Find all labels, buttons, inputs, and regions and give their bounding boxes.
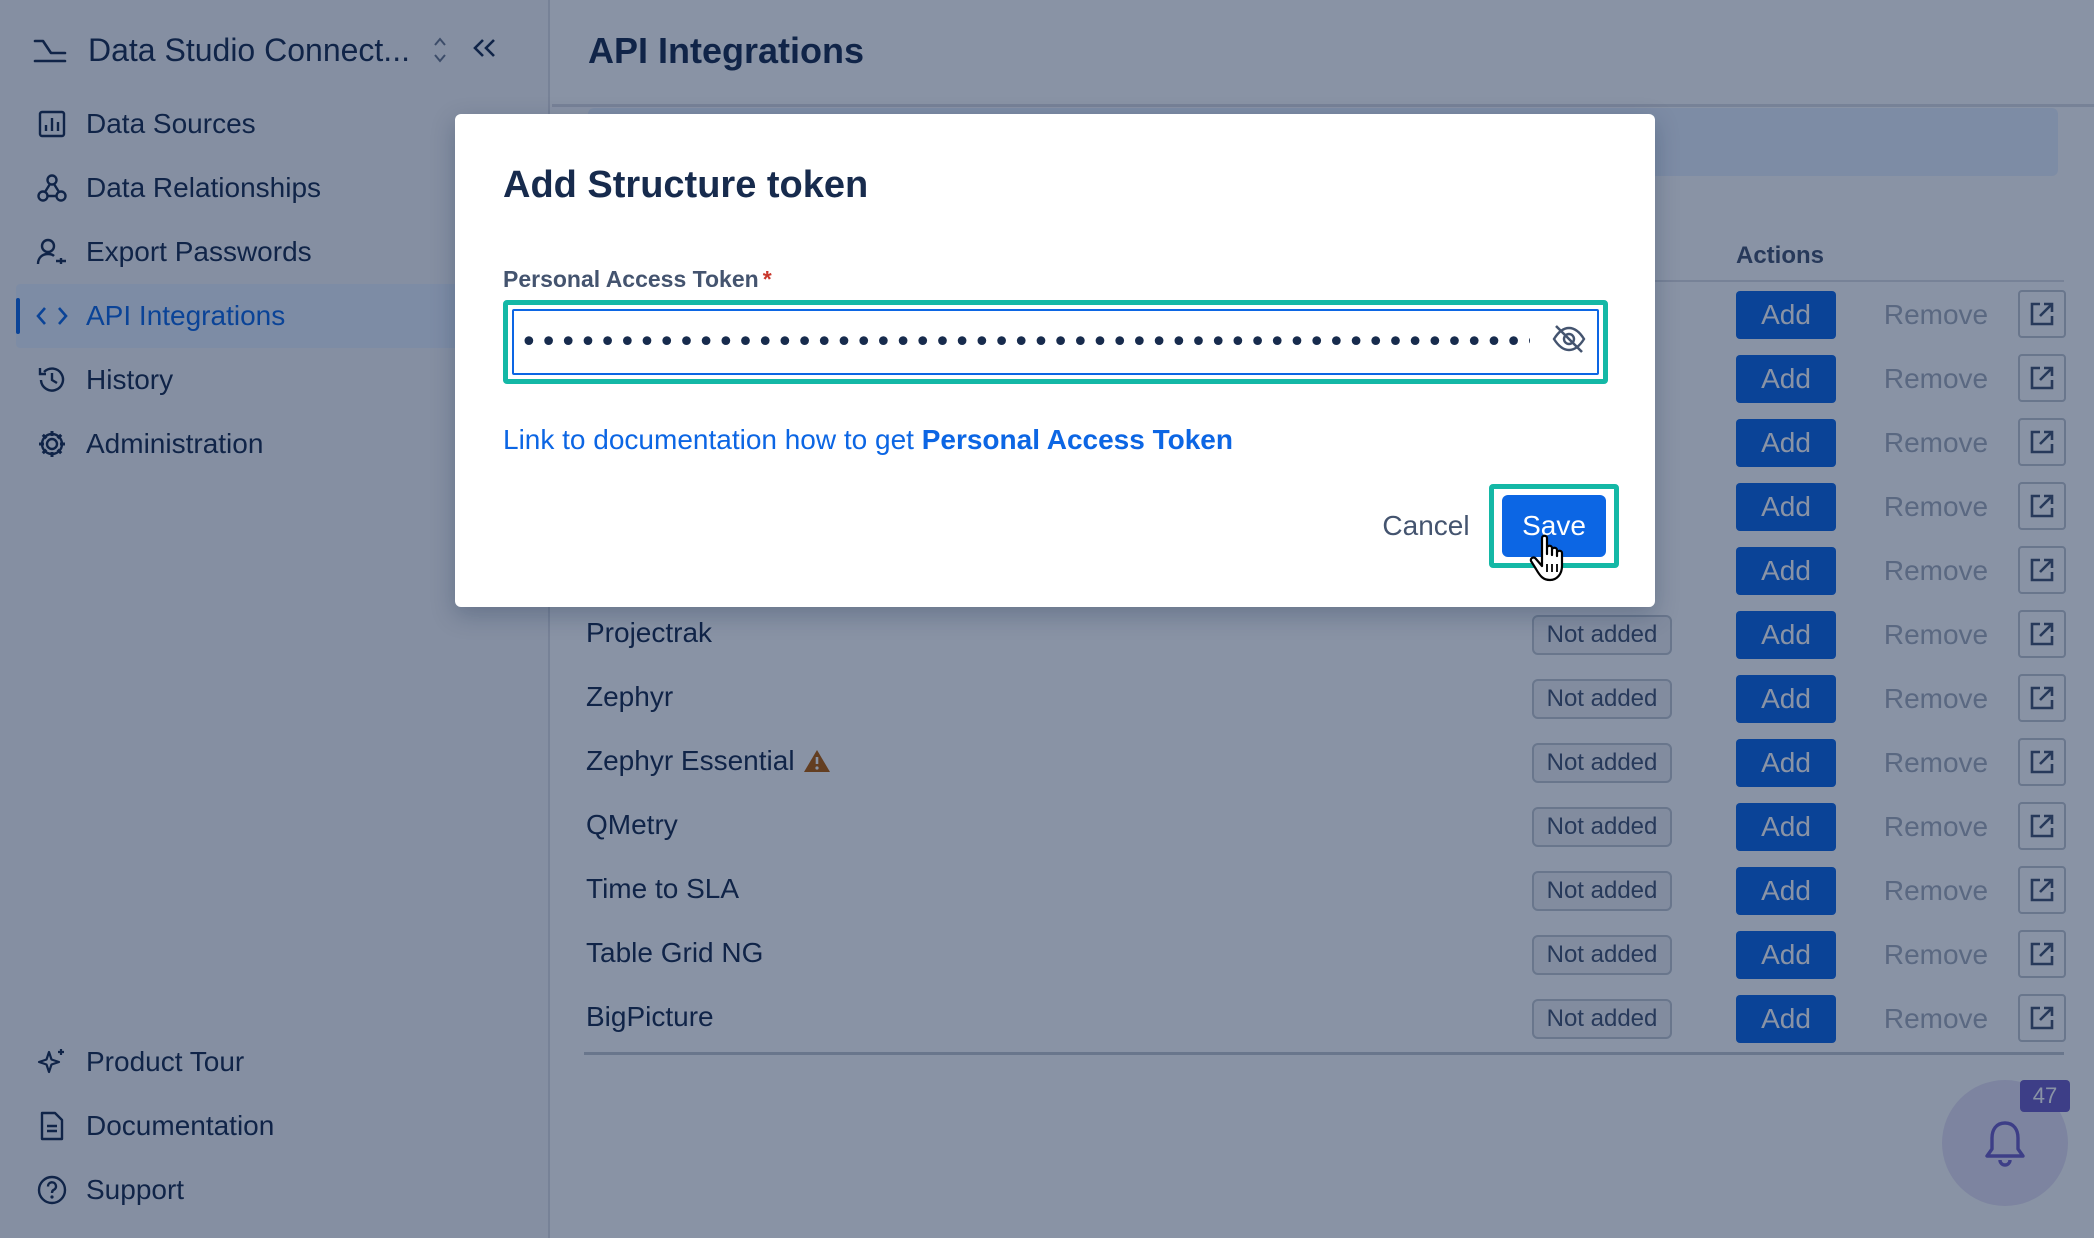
token-label-text: Personal Access Token [503, 266, 759, 292]
eye-off-icon[interactable] [1549, 319, 1589, 359]
doc-link-bold: Personal Access Token [921, 424, 1233, 455]
hand-pointer-icon [1528, 534, 1572, 589]
token-field-label: Personal Access Token * [503, 266, 772, 293]
token-input-value: ••••••••••••••••••••••••••••••••••••••••… [520, 324, 1530, 360]
cancel-button[interactable]: Cancel [1351, 494, 1501, 558]
documentation-link[interactable]: Link to documentation how to get Persona… [503, 424, 1233, 456]
dialog-title: Add Structure token [503, 164, 869, 206]
token-field-highlight: ••••••••••••••••••••••••••••••••••••••••… [503, 300, 1608, 384]
token-input[interactable]: ••••••••••••••••••••••••••••••••••••••••… [512, 309, 1599, 375]
required-mark: * [762, 266, 772, 292]
doc-link-prefix: Link to documentation how to get [503, 424, 922, 455]
add-token-dialog: Add Structure token Personal Access Toke… [455, 114, 1655, 607]
